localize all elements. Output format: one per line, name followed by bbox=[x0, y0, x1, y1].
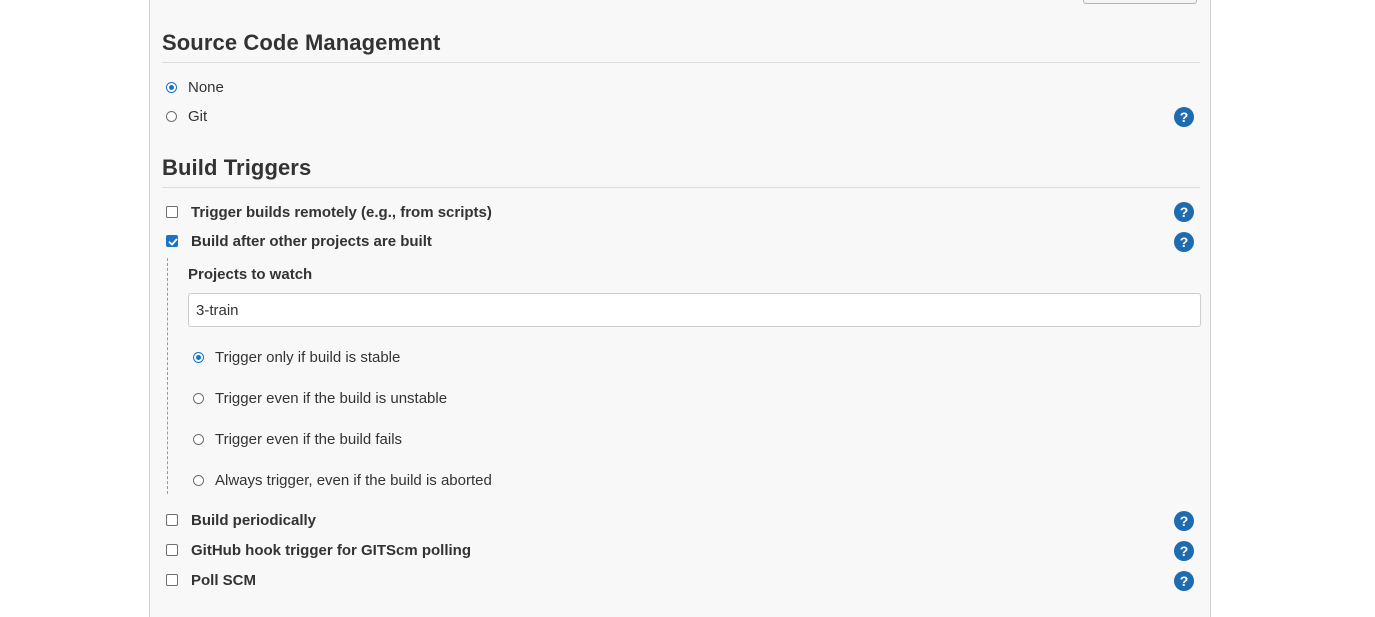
scm-git-radio[interactable] bbox=[166, 110, 177, 122]
build-after-other-label[interactable]: Build after other projects are built bbox=[191, 233, 432, 250]
trigger-unstable-option[interactable]: Trigger even if the build is unstable bbox=[193, 388, 447, 408]
trigger-aborted-label[interactable]: Always trigger, even if the build is abo… bbox=[215, 472, 492, 489]
build-triggers-divider bbox=[162, 187, 1200, 188]
config-panel: Source Code Management None Git ? Build … bbox=[149, 0, 1211, 617]
scm-section-title: Source Code Management bbox=[162, 30, 441, 55]
projects-to-watch-input[interactable] bbox=[188, 293, 1201, 327]
trigger-stable-label[interactable]: Trigger only if build is stable bbox=[215, 349, 400, 366]
scm-git-label[interactable]: Git bbox=[188, 108, 207, 125]
trigger-unstable-radio[interactable] bbox=[193, 392, 204, 404]
build-periodically-checkbox[interactable] bbox=[166, 514, 178, 526]
build-periodically-label[interactable]: Build periodically bbox=[191, 512, 316, 529]
poll-scm-help-icon[interactable]: ? bbox=[1174, 571, 1194, 591]
trigger-fails-option[interactable]: Trigger even if the build fails bbox=[193, 429, 402, 449]
trigger-remote-label[interactable]: Trigger builds remotely (e.g., from scri… bbox=[191, 204, 492, 221]
checkmark-icon bbox=[168, 238, 178, 246]
top-button[interactable] bbox=[1083, 0, 1197, 4]
poll-scm-label[interactable]: Poll SCM bbox=[191, 572, 256, 589]
github-hook-checkbox[interactable] bbox=[166, 544, 178, 556]
build-periodically-row[interactable]: Build periodically bbox=[166, 510, 316, 530]
build-after-other-help-icon[interactable]: ? bbox=[1174, 232, 1194, 252]
github-hook-label[interactable]: GitHub hook trigger for GITScm polling bbox=[191, 542, 471, 559]
trigger-unstable-label[interactable]: Trigger even if the build is unstable bbox=[215, 390, 447, 407]
trigger-aborted-option[interactable]: Always trigger, even if the build is abo… bbox=[193, 470, 492, 490]
build-triggers-title: Build Triggers bbox=[162, 155, 312, 180]
trigger-remote-row[interactable]: Trigger builds remotely (e.g., from scri… bbox=[166, 202, 492, 222]
trigger-fails-radio[interactable] bbox=[193, 433, 204, 445]
trigger-stable-option[interactable]: Trigger only if build is stable bbox=[193, 347, 400, 367]
trigger-remote-checkbox[interactable] bbox=[166, 206, 178, 218]
trigger-remote-help-icon[interactable]: ? bbox=[1174, 202, 1194, 222]
trigger-stable-radio[interactable] bbox=[193, 351, 204, 363]
poll-scm-row[interactable]: Poll SCM bbox=[166, 570, 256, 590]
trigger-aborted-radio[interactable] bbox=[193, 474, 204, 486]
scm-none-radio[interactable] bbox=[166, 81, 177, 93]
scm-option-none[interactable]: None bbox=[166, 77, 224, 97]
scm-divider bbox=[162, 62, 1200, 63]
build-after-other-row[interactable]: Build after other projects are built bbox=[166, 231, 432, 251]
build-periodically-help-icon[interactable]: ? bbox=[1174, 511, 1194, 531]
projects-to-watch-label: Projects to watch bbox=[188, 266, 313, 283]
build-after-other-options: Projects to watch Trigger only if build … bbox=[167, 258, 1202, 494]
scm-option-git[interactable]: Git bbox=[166, 106, 207, 126]
github-hook-help-icon[interactable]: ? bbox=[1174, 541, 1194, 561]
poll-scm-checkbox[interactable] bbox=[166, 574, 178, 586]
trigger-fails-label[interactable]: Trigger even if the build fails bbox=[215, 431, 402, 448]
build-after-other-checkbox[interactable] bbox=[166, 235, 178, 247]
github-hook-row[interactable]: GitHub hook trigger for GITScm polling bbox=[166, 540, 471, 560]
scm-git-help-icon[interactable]: ? bbox=[1174, 107, 1194, 127]
scm-none-label[interactable]: None bbox=[188, 79, 224, 96]
